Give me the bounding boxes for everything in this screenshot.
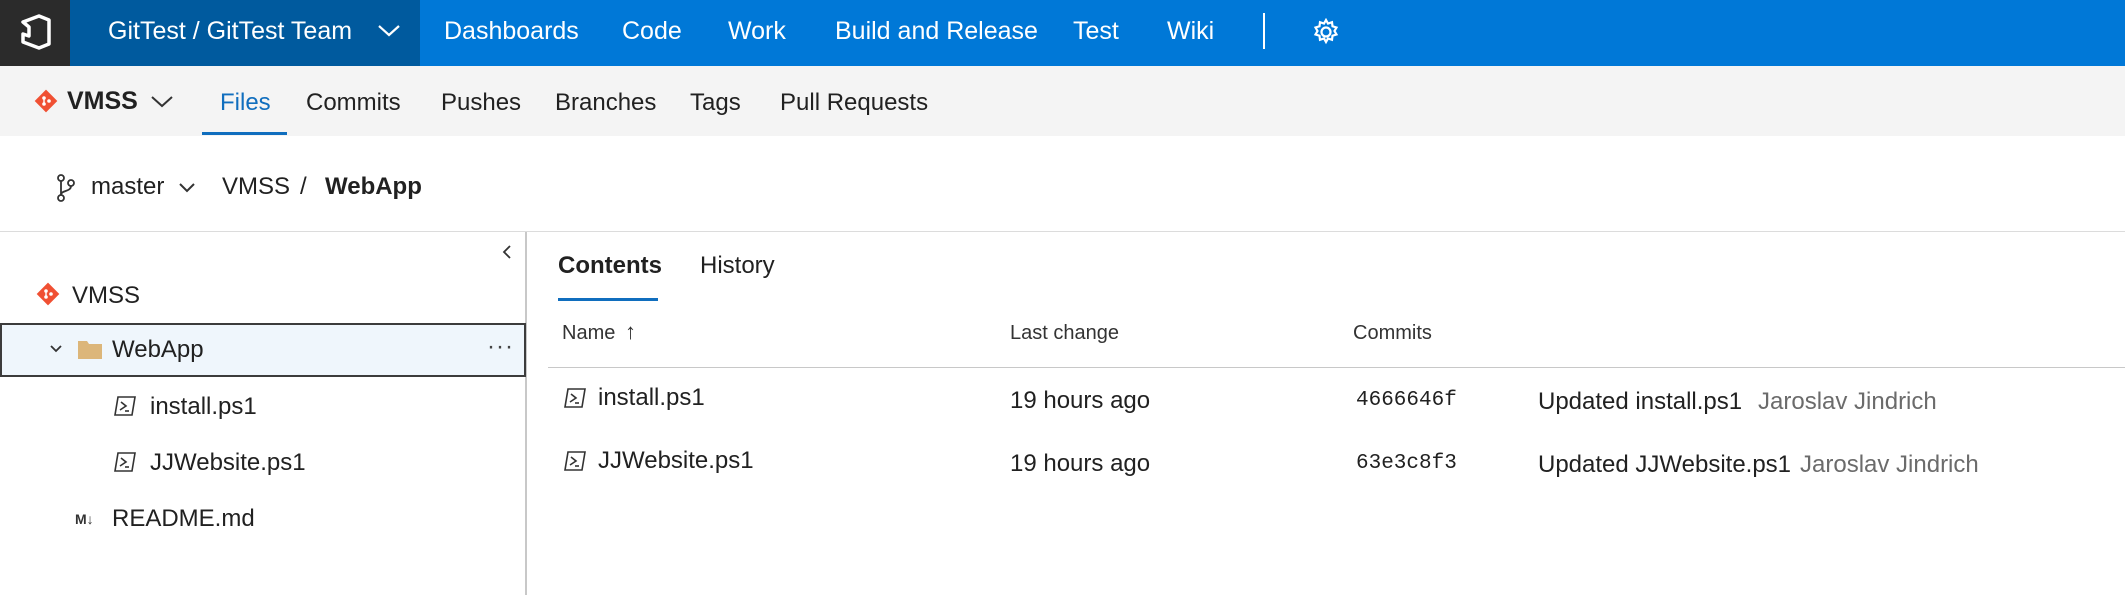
column-header-commits[interactable]: Commits (1353, 322, 1432, 345)
breadcrumb-separator: / (300, 173, 307, 200)
commit-id-link[interactable]: 4666646f (1356, 389, 1457, 412)
folder-icon (78, 341, 102, 359)
powershell-file-icon (114, 452, 136, 472)
active-tab-indicator (202, 132, 287, 135)
tree-item-label: install.ps1 (150, 393, 257, 420)
table-header-divider (548, 367, 2125, 368)
tab-files[interactable]: Files (220, 89, 271, 117)
commit-author: Jaroslav Jindrich (1758, 388, 1937, 415)
column-header-last-change[interactable]: Last change (1010, 322, 1119, 345)
git-repo-icon (36, 282, 60, 306)
markdown-file-icon: M↓ (75, 511, 94, 527)
repo-name[interactable]: VMSS (67, 87, 138, 116)
tab-history[interactable]: History (700, 252, 775, 280)
vsts-logo-icon (21, 14, 51, 50)
powershell-file-icon (564, 388, 586, 408)
nav-work[interactable]: Work (728, 17, 786, 46)
powershell-file-icon (564, 451, 586, 471)
gear-icon[interactable] (1312, 18, 1340, 46)
vsts-logo[interactable] (0, 0, 70, 66)
chevron-down-icon[interactable] (150, 95, 174, 109)
tree-item-jjwebsite-ps1[interactable]: JJWebsite.ps1 (0, 437, 526, 491)
branch-selector[interactable]: master (91, 173, 164, 201)
breadcrumb-webapp: WebApp (325, 173, 422, 200)
commit-id-link[interactable]: 63e3c8f3 (1356, 452, 1457, 475)
more-actions-button[interactable]: ··· (487, 333, 514, 361)
project-selector-label: GitTest / GitTest Team (108, 17, 353, 45)
repo-toolbar: VMSS Files Commits Pushes Branches Tags … (0, 66, 2125, 136)
nav-wiki[interactable]: Wiki (1167, 17, 1214, 46)
nav-dashboards[interactable]: Dashboards (444, 17, 579, 46)
collapse-pane-icon[interactable] (501, 243, 513, 261)
last-change-time: 19 hours ago (1010, 387, 1151, 414)
tab-tags[interactable]: Tags (690, 89, 741, 117)
nav-code[interactable]: Code (622, 17, 682, 46)
branch-icon (57, 174, 75, 202)
powershell-file-icon (114, 396, 136, 416)
project-selector[interactable]: GitTest / GitTest Team (70, 0, 420, 66)
breadcrumb-vmss[interactable]: VMSS (222, 173, 290, 201)
tree-item-vmss[interactable]: VMSS (0, 270, 526, 324)
active-tab-indicator (558, 298, 658, 301)
nav-divider (1263, 13, 1265, 49)
tab-branches[interactable]: Branches (555, 89, 656, 117)
chevron-down-icon[interactable] (178, 182, 196, 194)
tree-item-install-ps1[interactable]: install.ps1 (0, 381, 526, 435)
commit-message[interactable]: Updated JJWebsite.ps1 (1538, 451, 1791, 479)
tab-contents[interactable]: Contents (558, 252, 662, 280)
tab-commits[interactable]: Commits (306, 89, 401, 117)
tree-item-label: README.md (112, 505, 255, 532)
chevron-down-icon (378, 25, 400, 37)
commit-author: Jaroslav Jindrich (1800, 451, 1979, 478)
tree-item-label: VMSS (72, 282, 141, 309)
git-repo-icon (34, 89, 58, 113)
tab-pushes[interactable]: Pushes (441, 89, 521, 117)
top-navigation-bar: GitTest / GitTest Team Dashboards Code W… (0, 0, 2125, 66)
nav-build-and-release[interactable]: Build and Release (835, 17, 1038, 46)
column-header-name[interactable]: Name (562, 322, 615, 345)
header-divider (0, 231, 2125, 232)
tree-item-readme-md[interactable]: M↓ README.md (0, 493, 526, 547)
chevron-down-icon[interactable] (49, 344, 63, 354)
last-change-time: 19 hours ago (1010, 450, 1151, 477)
file-name-link[interactable]: JJWebsite.ps1 (598, 447, 754, 475)
tree-item-label: JJWebsite.ps1 (150, 449, 306, 476)
commit-message[interactable]: Updated install.ps1 (1538, 388, 1742, 416)
tab-pull-requests[interactable]: Pull Requests (780, 89, 928, 117)
sort-ascending-icon[interactable]: ↑ (625, 319, 636, 345)
tree-item-webapp[interactable]: WebApp ··· (0, 323, 526, 377)
tree-item-label: WebApp (112, 336, 204, 363)
file-name-link[interactable]: install.ps1 (598, 384, 705, 412)
nav-test[interactable]: Test (1073, 17, 1119, 46)
